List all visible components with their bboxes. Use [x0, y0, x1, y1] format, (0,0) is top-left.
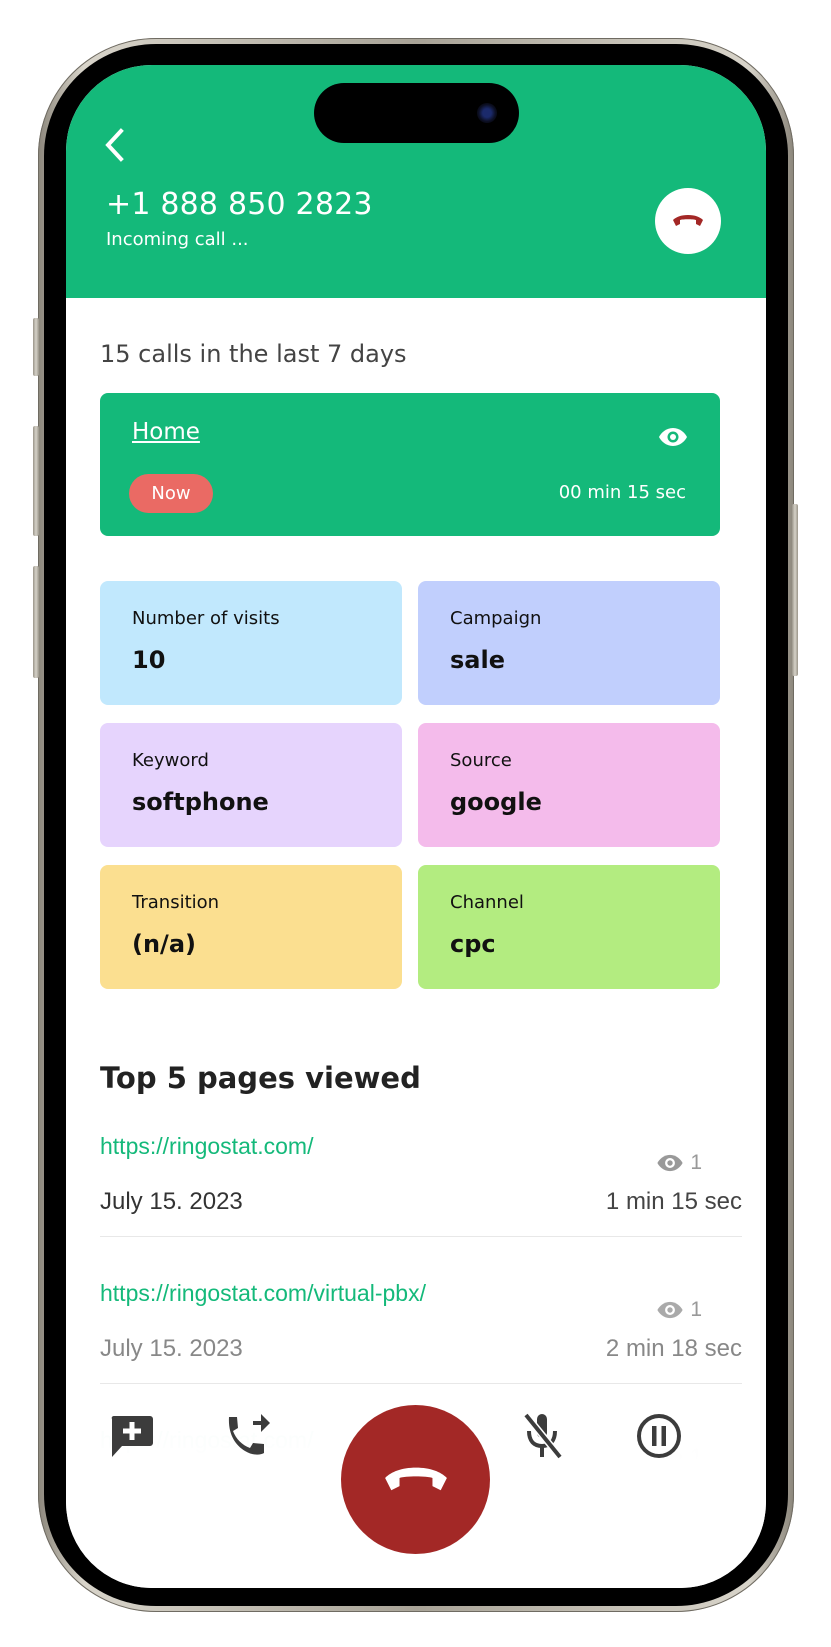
- tile-label: Keyword: [132, 750, 209, 771]
- tile-number-of-visits: Number of visits 10: [100, 581, 402, 705]
- tile-value: google: [450, 788, 542, 816]
- tile-campaign: Campaign sale: [418, 581, 720, 705]
- volume-up-button: [33, 426, 39, 536]
- current-page-link[interactable]: Home: [132, 419, 200, 445]
- divider: [100, 1236, 742, 1237]
- current-visit-card: Home Now 00 min 15 sec: [100, 393, 720, 536]
- hold-button[interactable]: [631, 1408, 687, 1464]
- page-views-count: 1: [690, 1151, 702, 1174]
- page-views: 1: [656, 1298, 702, 1322]
- page-views-count: 1: [690, 1298, 702, 1321]
- tile-transition: Transition (n/a): [100, 865, 402, 989]
- action-button: [33, 318, 39, 376]
- mic-off-icon: [523, 1412, 563, 1460]
- phone-hangup-icon: [673, 215, 703, 226]
- back-button[interactable]: [100, 125, 130, 165]
- pause-circle-icon: [637, 1414, 681, 1458]
- mute-button[interactable]: [514, 1408, 570, 1464]
- page-list-item: https://ringostat.com/ 1 July 15. 2023 1…: [100, 1133, 742, 1280]
- eye-icon: [657, 1301, 683, 1319]
- hangup-button[interactable]: [341, 1405, 490, 1554]
- page-url-link[interactable]: https://ringostat.com/virtual-pbx/: [100, 1280, 426, 1307]
- transfer-call-button[interactable]: [220, 1408, 276, 1464]
- tile-value: sale: [450, 646, 505, 674]
- power-button: [792, 504, 798, 676]
- caller-number: +1 888 850 2823: [106, 187, 373, 222]
- tile-source: Source google: [418, 723, 720, 847]
- camera-lens: [477, 103, 497, 123]
- phone-hangup-icon: [384, 1467, 447, 1490]
- top-pages-title: Top 5 pages viewed: [100, 1061, 421, 1095]
- tile-value: 10: [132, 646, 166, 674]
- page-visit-date: July 15. 2023: [100, 1188, 243, 1215]
- eye-icon: [659, 428, 687, 446]
- chevron-left-icon: [105, 128, 124, 162]
- tile-value: (n/a): [132, 930, 196, 958]
- page-visit-date: July 15. 2023: [100, 1335, 243, 1362]
- tile-label: Transition: [132, 892, 220, 913]
- page-url-link[interactable]: https://ringostat.com/: [100, 1133, 313, 1160]
- tile-channel: Channel cpc: [418, 865, 720, 989]
- now-badge: Now: [129, 474, 213, 513]
- tile-keyword: Keyword softphone: [100, 723, 402, 847]
- add-note-button[interactable]: [104, 1408, 160, 1464]
- page-time-spent: 1 min 15 sec: [605, 1188, 742, 1215]
- phone-forward-icon: [228, 1414, 270, 1455]
- tile-label: Channel: [450, 892, 524, 913]
- tile-value: cpc: [450, 930, 496, 958]
- tile-value: softphone: [132, 788, 269, 816]
- header-hangup-button[interactable]: [655, 188, 721, 254]
- dynamic-island: [314, 83, 519, 143]
- divider: [100, 1383, 742, 1384]
- add-comment-icon: [111, 1415, 153, 1457]
- page-views: 1: [656, 1151, 702, 1175]
- visit-duration: 00 min 15 sec: [558, 482, 686, 503]
- eye-icon: [657, 1154, 683, 1172]
- tile-label: Number of visits: [132, 608, 280, 629]
- volume-down-button: [33, 566, 39, 678]
- calls-summary: 15 calls in the last 7 days: [100, 340, 407, 368]
- page-time-spent: 2 min 18 sec: [605, 1335, 742, 1362]
- view-page-button[interactable]: [658, 427, 688, 451]
- call-header: +1 888 850 2823 Incoming call ...: [66, 65, 766, 298]
- screen: +1 888 850 2823 Incoming call ... 15 cal…: [66, 65, 766, 1588]
- call-status: Incoming call ...: [106, 229, 249, 250]
- tile-label: Source: [450, 750, 512, 771]
- tile-label: Campaign: [450, 608, 542, 629]
